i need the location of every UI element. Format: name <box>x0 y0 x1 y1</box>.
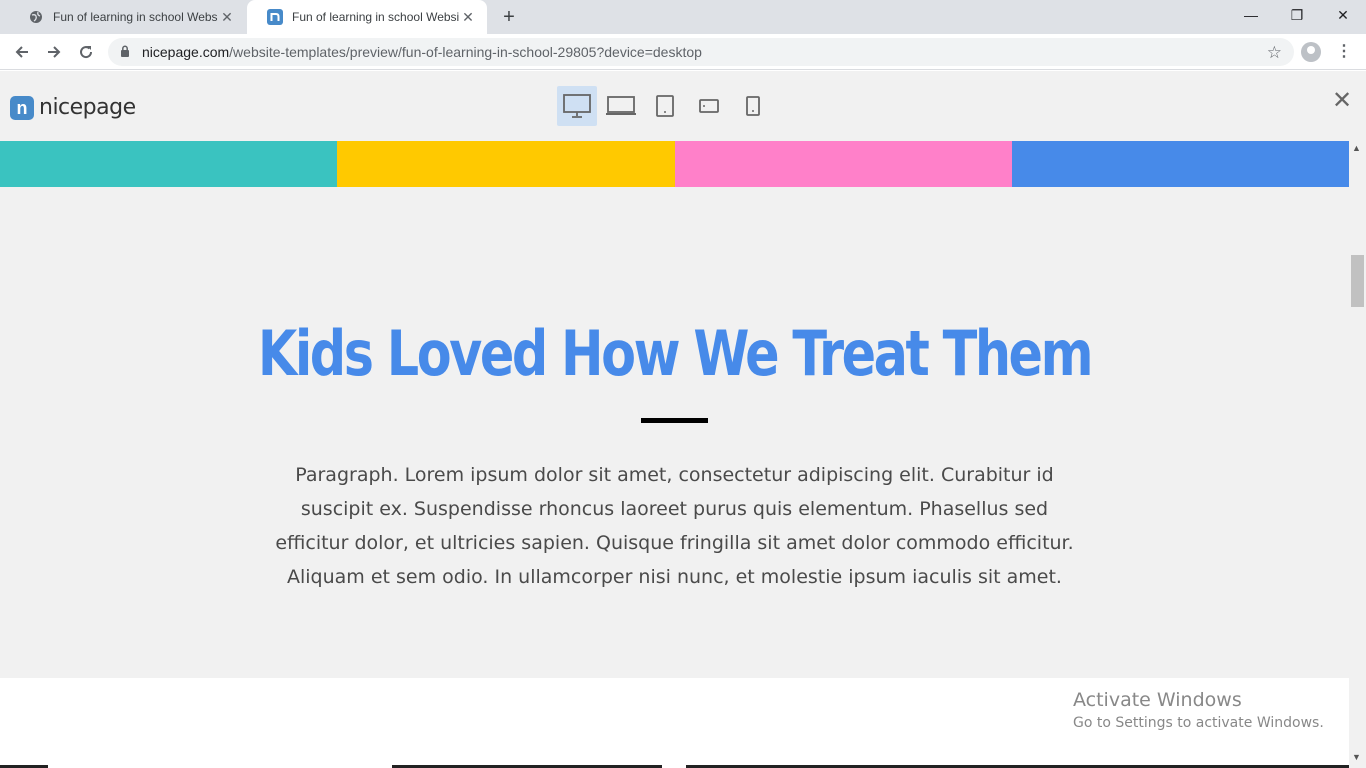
desktop-device-icon[interactable] <box>557 86 597 126</box>
watermark-subtitle: Go to Settings to activate Windows. <box>1073 715 1324 731</box>
windows-activation-watermark: Activate Windows Go to Settings to activ… <box>1073 689 1324 733</box>
color-stripes <box>0 141 1349 187</box>
heading-divider <box>641 418 708 423</box>
browser-menu-icon[interactable]: ⋮ <box>1336 40 1352 64</box>
url-path: /website-templates/preview/fun-of-learni… <box>229 44 702 60</box>
browser-tab-active[interactable]: Fun of learning in school Website ✕ <box>247 0 487 34</box>
address-bar-row: nicepage.com/website-templates/preview/f… <box>0 34 1366 70</box>
tab-title: Fun of learning in school Website <box>53 10 218 24</box>
nicepage-logo[interactable]: n nicepage <box>10 95 136 120</box>
section-heading: Kids Loved How We Treat Them <box>257 317 1094 390</box>
url-domain: nicepage.com <box>142 44 230 60</box>
laptop-device-icon[interactable] <box>601 86 641 126</box>
preview-header: n nicepage ✕ <box>0 71 1366 141</box>
bookmark-star-icon[interactable]: ☆ <box>1267 43 1282 63</box>
tab-close-icon[interactable]: ✕ <box>218 9 236 26</box>
url-text: nicepage.com/website-templates/preview/f… <box>142 38 702 66</box>
tab-strip: Fun of learning in school Website ✕ Fun … <box>0 0 1366 34</box>
forward-arrow-icon[interactable] <box>42 40 66 64</box>
phone-device-icon[interactable] <box>733 86 773 126</box>
profile-avatar-icon[interactable] <box>1301 42 1321 62</box>
back-arrow-icon[interactable] <box>10 40 34 64</box>
lock-icon <box>120 45 130 63</box>
url-input[interactable]: nicepage.com/website-templates/preview/f… <box>108 38 1294 66</box>
browser-tab[interactable]: Fun of learning in school Website ✕ <box>8 0 246 34</box>
stripe-blue <box>1011 141 1349 187</box>
stripe-teal <box>0 141 338 187</box>
globe-icon <box>28 9 44 25</box>
section-paragraph: Paragraph. Lorem ipsum dolor sit amet, c… <box>275 464 1074 588</box>
window-close-button[interactable]: ✕ <box>1320 0 1366 30</box>
minimize-button[interactable]: — <box>1228 0 1274 30</box>
scrollbar-thumb[interactable] <box>1351 255 1364 307</box>
content-section: Kids Loved How We Treat Them Paragraph. … <box>0 187 1349 678</box>
page-scrollbar[interactable] <box>1349 141 1366 768</box>
close-preview-icon[interactable]: ✕ <box>1332 89 1352 113</box>
restore-button[interactable]: ❐ <box>1274 0 1320 30</box>
tablet-device-icon[interactable] <box>645 86 685 126</box>
stripe-yellow <box>337 141 675 187</box>
scroll-down-arrow-icon[interactable]: ▼ <box>1352 752 1361 762</box>
nicepage-icon <box>267 9 283 25</box>
stripe-pink <box>674 141 1012 187</box>
scroll-up-arrow-icon[interactable]: ▲ <box>1352 143 1361 153</box>
logo-mark: n <box>10 95 34 120</box>
tab-close-icon[interactable]: ✕ <box>459 9 477 26</box>
logo-text: nicepage <box>39 95 136 120</box>
tab-title: Fun of learning in school Website <box>292 10 459 24</box>
watermark-title: Activate Windows <box>1073 689 1242 711</box>
new-tab-button[interactable]: + <box>498 6 520 28</box>
phone-landscape-device-icon[interactable] <box>689 86 729 126</box>
reload-icon[interactable] <box>74 40 98 64</box>
